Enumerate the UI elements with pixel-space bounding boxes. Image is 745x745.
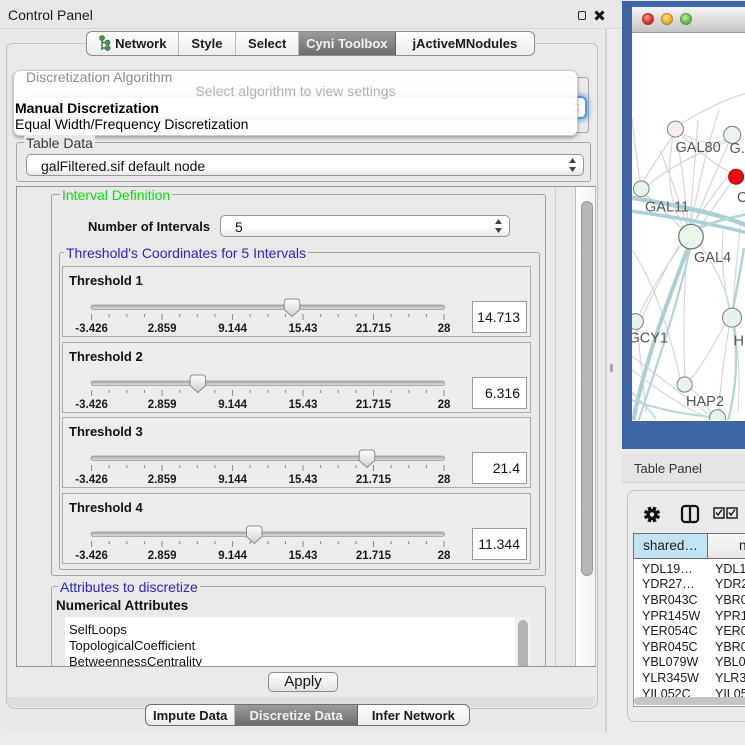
svg-text:28: 28 [438, 550, 451, 562]
svg-text:2.859: 2.859 [148, 323, 177, 335]
svg-text:-3.426: -3.426 [75, 323, 108, 335]
svg-text:15.43: 15.43 [289, 550, 318, 562]
svg-text:2.859: 2.859 [148, 550, 177, 562]
svg-text:2.859: 2.859 [148, 399, 177, 411]
svg-text:-3.426: -3.426 [75, 474, 108, 486]
svg-text:21.715: 21.715 [356, 550, 392, 562]
svg-text:G...: G... [730, 141, 745, 157]
svg-text:28: 28 [438, 399, 451, 411]
svg-text:9.144: 9.144 [218, 323, 247, 335]
svg-text:15.43: 15.43 [289, 474, 318, 486]
svg-text:2.859: 2.859 [148, 474, 177, 486]
svg-text:21.715: 21.715 [356, 399, 392, 411]
svg-text:GAL11: GAL11 [645, 200, 689, 216]
svg-text:15.43: 15.43 [289, 323, 318, 335]
svg-text:15.43: 15.43 [289, 399, 318, 411]
svg-text:9.144: 9.144 [218, 474, 247, 486]
svg-text:HAP2: HAP2 [686, 394, 724, 410]
svg-text:21.715: 21.715 [356, 474, 392, 486]
svg-text:9.144: 9.144 [218, 550, 247, 562]
svg-text:GAL80: GAL80 [676, 140, 721, 156]
svg-text:GAL4: GAL4 [694, 250, 731, 266]
svg-text:-3.426: -3.426 [75, 399, 108, 411]
svg-text:28: 28 [438, 323, 451, 335]
svg-text:-3.426: -3.426 [75, 550, 108, 562]
svg-text:C...: C... [737, 190, 745, 206]
svg-text:GCY1: GCY1 [632, 331, 668, 347]
svg-text:9.144: 9.144 [218, 399, 247, 411]
svg-text:21.715: 21.715 [356, 323, 392, 335]
svg-text:28: 28 [438, 474, 451, 486]
svg-text:HI...: HI... [734, 334, 745, 350]
